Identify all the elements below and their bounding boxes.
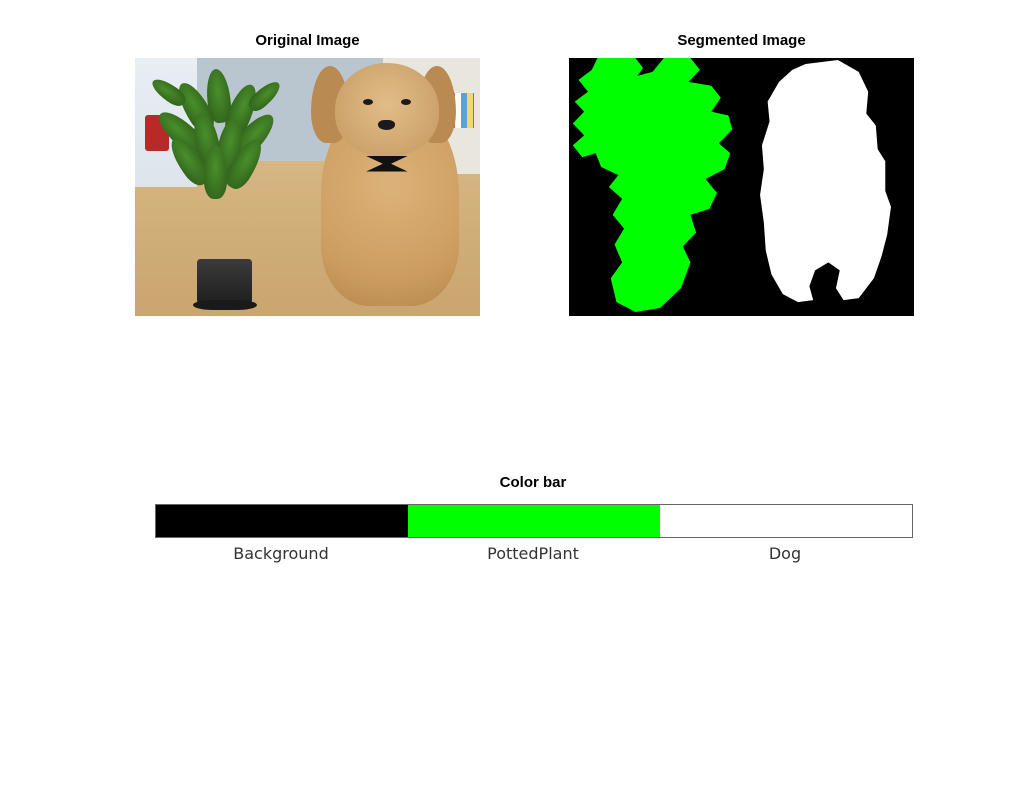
colorbar bbox=[155, 504, 913, 538]
segmented-image-panel: Segmented Image bbox=[569, 58, 914, 316]
original-image-title: Original Image bbox=[135, 32, 480, 49]
colorbar-label-pottedplant: PottedPlant bbox=[407, 544, 659, 563]
segmented-image-title: Segmented Image bbox=[569, 32, 914, 49]
leaf-icon bbox=[245, 77, 284, 114]
dog-head bbox=[335, 63, 439, 156]
plant-pot bbox=[197, 259, 252, 305]
figure: Original Image bbox=[0, 0, 1034, 786]
segmentation-dog bbox=[724, 58, 914, 316]
original-image-panel: Original Image bbox=[135, 58, 480, 316]
colorbar-label-dog: Dog bbox=[659, 544, 911, 563]
colorbar-title: Color bar bbox=[155, 474, 911, 491]
segmented-image bbox=[569, 58, 914, 316]
colorbar-labels: Background PottedPlant Dog bbox=[155, 544, 911, 563]
potted-plant bbox=[149, 58, 294, 239]
colorbar-swatch-pottedplant bbox=[408, 505, 660, 537]
original-image bbox=[135, 58, 480, 316]
colorbar-label-background: Background bbox=[155, 544, 407, 563]
colorbar-swatch-dog bbox=[660, 505, 912, 537]
colorbar-swatch-background bbox=[156, 505, 408, 537]
